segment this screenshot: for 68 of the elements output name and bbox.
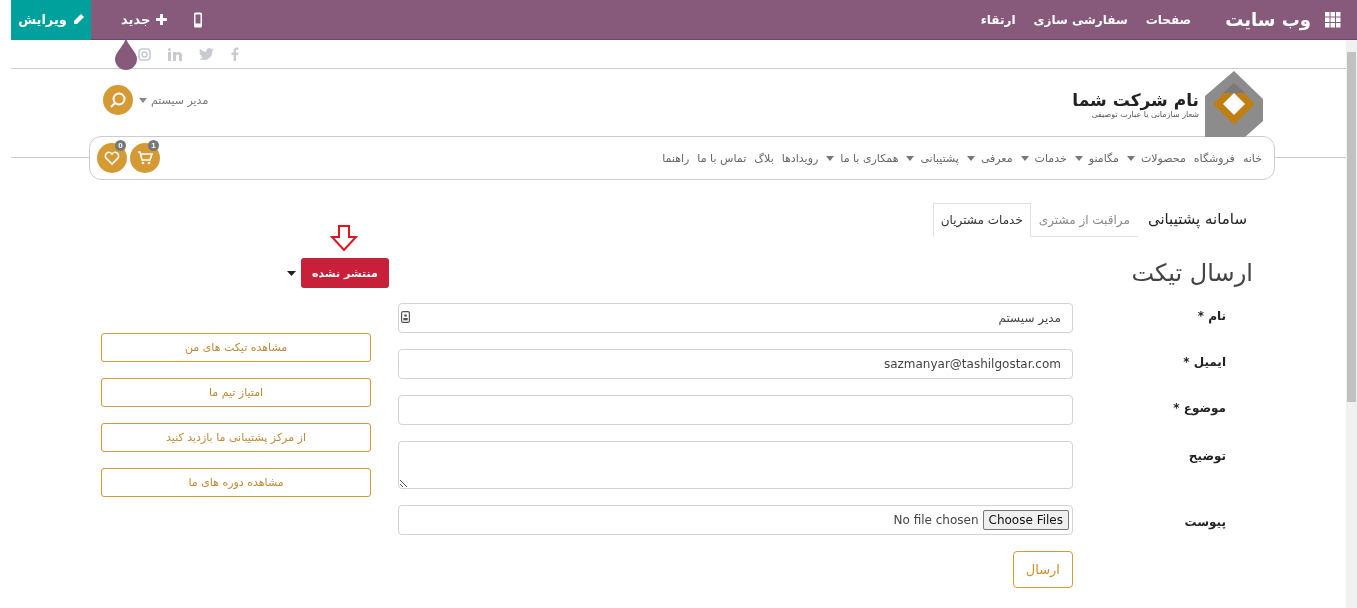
bird-icon[interactable] (199, 48, 214, 60)
text-area[interactable] (398, 441, 1073, 489)
resize-grip-icon (400, 479, 408, 487)
nav-item[interactable]: خانه (1242, 151, 1262, 165)
facebook-icon[interactable] (231, 47, 239, 61)
input-field[interactable]: sazmanyar@tashilgostar.com (398, 349, 1073, 379)
caret-icon[interactable] (287, 270, 296, 276)
pencil-icon (72, 14, 84, 25)
field-label: موضوع * (1172, 400, 1227, 415)
tab[interactable]: مراقبت از مشتری (1030, 203, 1138, 237)
caret-icon (826, 155, 835, 161)
menu-item[interactable]: صفحات (1145, 12, 1192, 27)
scrollbar[interactable] (1346, 40, 1357, 608)
nav-item[interactable]: همکاری با ما (826, 151, 899, 165)
heart-icon (104, 150, 120, 166)
nav-item[interactable]: پشتیبانی (906, 151, 959, 165)
field-label: نام * (1196, 308, 1227, 323)
nav-item[interactable]: محصولات (1127, 151, 1186, 165)
file-status: No file chosen (893, 513, 979, 527)
input-field[interactable]: مدیر سیستم (398, 303, 1073, 333)
logo-icon[interactable] (1205, 71, 1263, 137)
mobile-icon[interactable] (193, 11, 204, 28)
side-link-button[interactable]: از مرکز پشتیبانی ما بازدید کنید (101, 423, 371, 452)
field-label: توضیح (1187, 448, 1227, 463)
caret-icon (966, 155, 975, 161)
nav-item[interactable]: تماس با ما (697, 151, 747, 165)
side-link-button[interactable]: امتیاز تیم ما (101, 378, 371, 407)
menu-item[interactable]: سفارشی سازی (1033, 12, 1128, 27)
search-icon (110, 92, 126, 108)
input-field[interactable] (398, 395, 1073, 425)
nav-item[interactable]: خدمات (1020, 151, 1067, 165)
tab[interactable]: خدمات مشتریان (932, 203, 1031, 237)
nav-item[interactable]: بلاگ (754, 151, 774, 165)
user-menu[interactable]: مدیر سیستم (139, 93, 209, 107)
cart-icon (137, 150, 153, 166)
new-button[interactable]: جدید (109, 0, 180, 40)
nav-item[interactable]: رویدادها (781, 151, 819, 165)
count-badge: 1 (148, 140, 159, 151)
nav-item[interactable]: فروشگاه (1193, 151, 1235, 165)
apps-icon[interactable] (1325, 11, 1341, 28)
wishlist-button[interactable]: 0 (97, 143, 127, 173)
company-tagline: شعار سازمانی یا عبارت توصیفی (1090, 109, 1199, 119)
section-title: سامانه پشتیبانی (1147, 210, 1247, 231)
search-button[interactable] (103, 85, 133, 115)
caret-icon (906, 155, 915, 161)
down-arrow-icon (330, 225, 358, 251)
caret-icon (1074, 155, 1083, 161)
count-badge: 0 (115, 140, 126, 151)
choose-files-button[interactable]: Choose Files (982, 510, 1069, 530)
nav-item[interactable]: معرفی (966, 151, 1013, 165)
contact-card-icon (401, 311, 410, 323)
cart-button[interactable]: 1 (130, 143, 160, 173)
plus-icon (156, 14, 168, 25)
edit-button[interactable]: ویرایش (11, 0, 91, 40)
field-label: پیوست (1183, 514, 1227, 529)
app-title: وب سایت (1225, 9, 1311, 30)
nav-item[interactable]: راهنما (662, 151, 690, 165)
caret-icon (1127, 155, 1135, 161)
menu-item[interactable]: ارتقاء (980, 12, 1016, 27)
caret-icon (1020, 155, 1029, 161)
nav-item[interactable]: مگامنو (1074, 151, 1119, 165)
page-heading: ارسال تیکت (1131, 259, 1253, 287)
caret-icon (139, 97, 147, 103)
side-link-button[interactable]: مشاهده دوره های ما (101, 468, 371, 497)
camera-icon[interactable] (138, 47, 151, 61)
field-label: ایمیل * (1182, 354, 1227, 369)
company-name: نام شرکت شما (1072, 89, 1199, 110)
side-link-button[interactable]: مشاهده تیکت های من (101, 333, 371, 362)
